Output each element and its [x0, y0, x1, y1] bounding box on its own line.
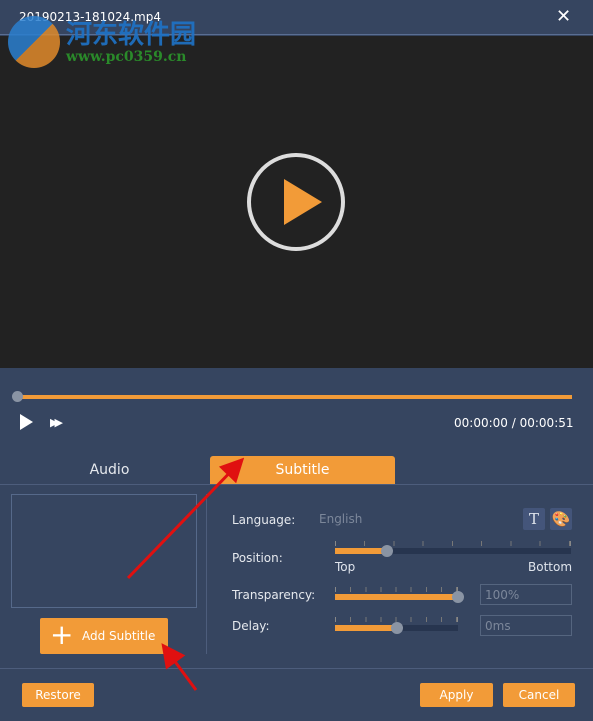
arrow-to-subtitle-tab	[126, 457, 245, 580]
arrow-to-add-subtitle	[161, 643, 198, 691]
annotation-arrows	[126, 457, 245, 691]
